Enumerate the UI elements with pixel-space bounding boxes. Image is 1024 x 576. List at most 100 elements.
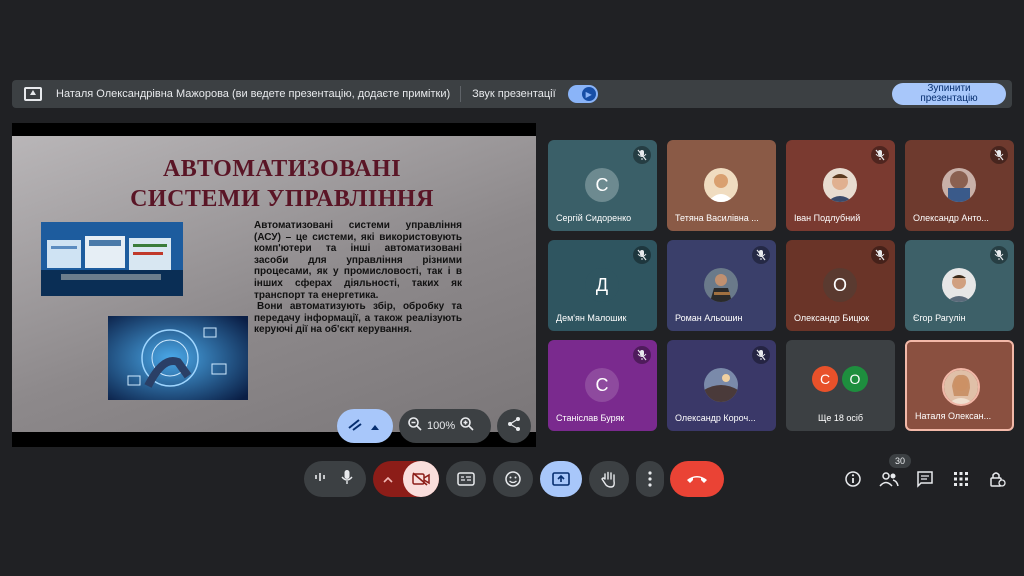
hand-icon xyxy=(601,471,615,488)
presentation-sound-toggle[interactable]: ▶ xyxy=(567,85,598,103)
participant-tile[interactable]: Тетяна Василівна ... xyxy=(667,140,776,231)
mic-off-icon xyxy=(871,146,889,164)
avatar xyxy=(942,368,980,406)
stop-presenting-button[interactable]: Зупинити презентацію xyxy=(892,83,1006,105)
slide-title-line1: АВТОМАТИЗОВАНІ xyxy=(162,156,402,182)
speaker-icon: ▶ xyxy=(581,87,596,101)
present-screen-icon xyxy=(24,87,42,101)
slide-title-line2: СИСТЕМИ УПРАВЛІННЯ xyxy=(130,186,434,212)
mic-off-icon xyxy=(871,246,889,264)
camera-off-button[interactable] xyxy=(403,461,439,497)
avatar-letter: О xyxy=(849,371,861,387)
participant-name: Дем'ян Малошик xyxy=(556,313,627,323)
participant-tile[interactable]: Олександр Анто... xyxy=(905,140,1014,231)
present-screen-icon xyxy=(552,472,570,486)
avatar-letter: С xyxy=(819,371,831,387)
mic-off-icon xyxy=(990,146,1008,164)
present-screen-button[interactable] xyxy=(540,461,582,497)
participant-name: Олександр Анто... xyxy=(913,213,989,223)
avatar: О xyxy=(823,268,857,302)
zoom-in-icon[interactable] xyxy=(459,416,475,437)
slide-body: Автоматизовані системи управління (АСУ) … xyxy=(254,220,462,336)
slide: АВТОМАТИЗОВАНІ СИСТЕМИ УПРАВЛІННЯ Автома… xyxy=(12,136,536,432)
captions-icon xyxy=(457,472,475,486)
avatar-letter: О xyxy=(832,274,847,295)
participant-tile[interactable]: Д Дем'ян Малошик xyxy=(548,240,657,331)
reactions-button[interactable] xyxy=(493,461,533,497)
avatar: Д xyxy=(585,268,619,302)
presentation-sound-label: Звук презентації xyxy=(472,88,556,100)
share-button[interactable] xyxy=(497,409,531,443)
chevron-up-icon[interactable] xyxy=(383,470,393,488)
mic-off-icon xyxy=(752,246,770,264)
avatar xyxy=(942,168,976,202)
share-icon xyxy=(506,416,522,437)
digital-tech-image xyxy=(108,316,248,400)
participant-name: Роман Альошин xyxy=(675,313,743,323)
participant-tile[interactable]: О Олександр Бицюк xyxy=(786,240,895,331)
participant-name: Сергій Сидоренко xyxy=(556,213,632,223)
participant-name: Іван Подлубний xyxy=(794,213,861,223)
participant-tile[interactable]: Олександр Короч... xyxy=(667,340,776,431)
participant-name: Тетяна Василівна ... xyxy=(675,213,759,223)
raise-hand-button[interactable] xyxy=(589,461,629,497)
captions-button[interactable] xyxy=(446,461,486,497)
caret-up-icon[interactable] xyxy=(371,417,379,435)
divider xyxy=(460,86,462,102)
microphone-group xyxy=(304,461,366,497)
zoom-level: 100% xyxy=(427,420,456,432)
mic-off-icon xyxy=(633,246,651,264)
laser-pointer-control[interactable] xyxy=(337,409,393,443)
avatar: С xyxy=(585,168,619,202)
participant-tile[interactable]: С Станіслав Буряк xyxy=(548,340,657,431)
activities-icon[interactable] xyxy=(950,468,972,490)
host-controls-icon[interactable] xyxy=(986,468,1008,490)
more-participants-label: Ще 18 осіб xyxy=(817,413,864,423)
presenting-banner: Наталя Олександрівна Мажорова (ви ведете… xyxy=(12,80,1012,108)
avatar xyxy=(704,168,738,202)
avatar xyxy=(823,168,857,202)
more-participants-tile[interactable]: С О Ще 18 осіб xyxy=(786,340,895,431)
participant-tile-self[interactable]: Наталя Олексан... xyxy=(905,340,1014,431)
zoom-control: 100% xyxy=(399,409,491,443)
zoom-out-icon[interactable] xyxy=(407,416,423,437)
presentation-area: АВТОМАТИЗОВАНІ СИСТЕМИ УПРАВЛІННЯ Автома… xyxy=(12,123,536,447)
control-room-image xyxy=(41,222,183,296)
camera-group xyxy=(373,461,439,497)
participant-name: Олександр Бицюк xyxy=(794,313,870,323)
participant-tile[interactable]: Єгор Рагулін xyxy=(905,240,1014,331)
participant-tile[interactable]: Іван Подлубний xyxy=(786,140,895,231)
participant-tile[interactable]: С Сергій Сидоренко xyxy=(548,140,657,231)
emoji-icon xyxy=(505,471,521,487)
presenting-message: Наталя Олександрівна Мажорова (ви ведете… xyxy=(56,88,451,100)
chat-icon[interactable] xyxy=(914,468,936,490)
avatar-letter: Д xyxy=(595,274,609,295)
mic-off-icon xyxy=(633,146,651,164)
avatar xyxy=(704,268,738,302)
laser-pointer-icon xyxy=(347,416,363,437)
more-options-button[interactable] xyxy=(636,461,664,497)
participant-name: Станіслав Буряк xyxy=(556,413,625,423)
slide-paragraph-1: Автоматизовані системи управління (АСУ) … xyxy=(254,220,462,301)
slide-title: АВТОМАТИЗОВАНІ СИСТЕМИ УПРАВЛІННЯ xyxy=(72,154,492,214)
people-icon[interactable] xyxy=(878,468,900,490)
microphone-icon[interactable] xyxy=(340,469,354,490)
end-call-icon xyxy=(687,476,707,483)
people-count-badge: 30 xyxy=(889,454,911,468)
avatar xyxy=(704,368,738,402)
avatar-letter: С xyxy=(595,374,609,395)
participant-tile[interactable]: Роман Альошин xyxy=(667,240,776,331)
audio-levels-icon[interactable] xyxy=(314,470,326,488)
more-vert-icon xyxy=(648,471,652,487)
mic-off-icon xyxy=(752,346,770,364)
slide-paragraph-2: Вони автоматизують збір, обробку та пере… xyxy=(254,301,462,336)
participant-name: Олександр Короч... xyxy=(675,413,756,423)
leave-call-button[interactable] xyxy=(670,461,724,497)
camera-off-icon xyxy=(412,472,430,486)
more-avatar-1: С xyxy=(812,366,838,392)
meeting-info-icon[interactable] xyxy=(842,468,864,490)
more-avatar-2: О xyxy=(842,366,868,392)
avatar: С xyxy=(585,368,619,402)
mic-off-icon xyxy=(990,246,1008,264)
avatar xyxy=(942,268,976,302)
